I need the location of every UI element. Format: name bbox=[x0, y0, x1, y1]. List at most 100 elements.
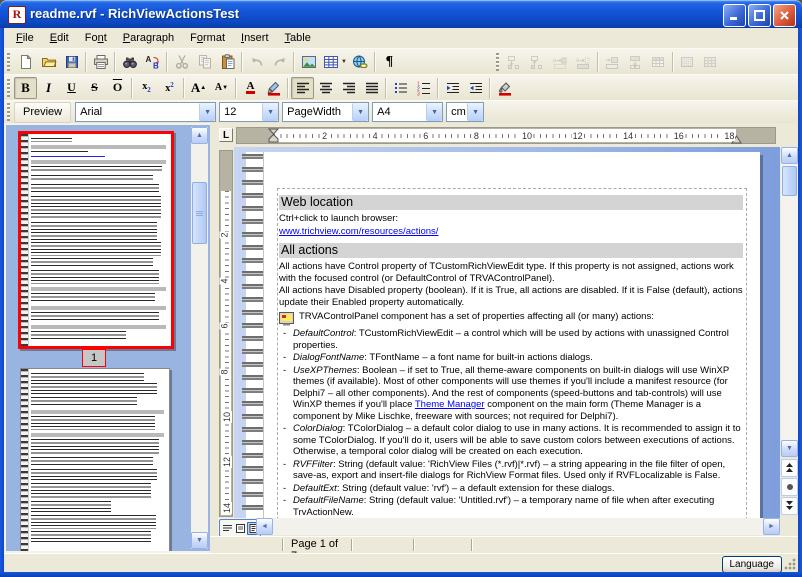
grow-font-button[interactable]: A▲ bbox=[187, 77, 210, 99]
menu-item-insert[interactable]: Insert bbox=[233, 30, 277, 46]
units-combo[interactable]: cm ▼ bbox=[446, 102, 484, 122]
paragraph-color-button[interactable] bbox=[493, 77, 516, 99]
scroll-up-button[interactable]: ▲ bbox=[781, 147, 798, 164]
title-bar[interactable]: R readme.rvf - RichViewActionsTest bbox=[0, 0, 802, 28]
align-left-button[interactable] bbox=[291, 77, 314, 99]
view-normal-button[interactable] bbox=[221, 522, 233, 535]
page-thumbnail-1-selected[interactable] bbox=[18, 131, 174, 349]
toolbar-separator bbox=[85, 52, 87, 72]
page-thumbnail-2[interactable] bbox=[20, 368, 170, 553]
toolbar-separator bbox=[385, 78, 387, 98]
bold-button[interactable]: B bbox=[14, 77, 37, 99]
scroll-down-button[interactable]: ▼ bbox=[781, 440, 798, 457]
ruler-number: 18 bbox=[723, 131, 735, 141]
document-canvas[interactable]: Web location Ctrl+click to launch browse… bbox=[234, 147, 780, 518]
scroll-up-button[interactable]: ▲ bbox=[191, 127, 208, 144]
replace-button[interactable]: AB bbox=[141, 51, 164, 73]
document-scrollbar[interactable]: ▲ ▼ bbox=[781, 147, 798, 457]
resize-grip[interactable] bbox=[784, 558, 796, 570]
bullets-button[interactable] bbox=[389, 77, 412, 99]
toolbar-separator bbox=[287, 78, 289, 98]
toolbar-grip[interactable] bbox=[7, 103, 10, 121]
maximize-button[interactable] bbox=[748, 4, 771, 27]
chevron-down-icon[interactable]: ▼ bbox=[426, 103, 442, 121]
italic-button[interactable]: I bbox=[37, 77, 60, 99]
document-horizontal-scrollbar[interactable] bbox=[218, 518, 780, 535]
align-right-button[interactable] bbox=[337, 77, 360, 99]
table-properties-button bbox=[647, 51, 670, 73]
doc-paragraph: All actions have Control property of TCu… bbox=[279, 261, 743, 284]
superscript-button[interactable]: x2 bbox=[158, 77, 181, 99]
next-page-button[interactable] bbox=[781, 497, 798, 515]
preview-scrollbar[interactable]: ▲ ▼ bbox=[191, 127, 208, 549]
new-button[interactable] bbox=[14, 51, 37, 73]
language-button[interactable]: Language bbox=[722, 556, 783, 573]
preview-button[interactable]: Preview bbox=[14, 102, 71, 123]
insert-rows-above-button bbox=[503, 51, 526, 73]
document-page[interactable]: Web location Ctrl+click to launch browse… bbox=[246, 152, 760, 518]
underline-button[interactable]: U bbox=[60, 77, 83, 99]
doc-hyperlink[interactable]: Theme Manager bbox=[415, 399, 485, 410]
insert-hyperlink-button[interactable] bbox=[349, 51, 372, 73]
zoom-combo[interactable]: PageWidth ▼ bbox=[282, 102, 369, 122]
menu-item-file[interactable]: File bbox=[8, 30, 42, 46]
minimize-button[interactable] bbox=[723, 4, 746, 27]
new-document-icon bbox=[17, 53, 34, 70]
align-center-button[interactable] bbox=[314, 77, 337, 99]
close-button[interactable] bbox=[773, 4, 796, 27]
doc-hyperlink[interactable]: www.trichview.com/resources/actions/ bbox=[279, 226, 438, 237]
italic-icon: I bbox=[40, 79, 57, 96]
overline-button[interactable]: O bbox=[106, 77, 129, 99]
picture-icon bbox=[300, 53, 317, 70]
chevron-down-icon[interactable]: ▼ bbox=[199, 103, 215, 121]
menu-item-format[interactable]: Format bbox=[182, 30, 233, 46]
open-button[interactable] bbox=[37, 51, 60, 73]
view-web-button[interactable] bbox=[234, 522, 246, 535]
show-paragraph-marks-button[interactable]: ¶ bbox=[378, 51, 401, 73]
decrease-indent-button[interactable] bbox=[441, 77, 464, 99]
scroll-right-button[interactable]: ► bbox=[763, 518, 780, 535]
font-size-combo[interactable]: 12 ▼ bbox=[219, 102, 279, 122]
browse-object-button[interactable] bbox=[781, 478, 798, 496]
print-button[interactable] bbox=[89, 51, 112, 73]
tab-selector-button[interactable]: L bbox=[219, 128, 233, 142]
text-highlight-button[interactable] bbox=[262, 77, 285, 99]
chevron-down-icon[interactable]: ▼ bbox=[262, 103, 278, 121]
justify-button[interactable] bbox=[360, 77, 383, 99]
previous-page-button[interactable] bbox=[781, 459, 798, 477]
dropdown-arrow-icon[interactable]: ▼ bbox=[341, 59, 347, 65]
increase-indent-button[interactable] bbox=[464, 77, 487, 99]
scroll-down-button[interactable]: ▼ bbox=[191, 532, 208, 549]
menu-item-paragraph[interactable]: Paragraph bbox=[115, 30, 182, 46]
numbering-button[interactable]: 123 bbox=[412, 77, 435, 99]
scrollbar-thumb[interactable] bbox=[192, 182, 207, 244]
page-number-badge[interactable]: 1 bbox=[82, 349, 106, 367]
menu-item-edit[interactable]: Edit bbox=[42, 30, 77, 46]
shrink-font-button[interactable]: A▼ bbox=[210, 77, 233, 99]
subscript-button[interactable]: x2 bbox=[135, 77, 158, 99]
toolbar-grip[interactable] bbox=[7, 53, 10, 71]
menu-item-table[interactable]: Table bbox=[277, 30, 319, 46]
font-name-combo[interactable]: Arial ▼ bbox=[75, 102, 216, 122]
chevron-down-icon[interactable]: ▼ bbox=[467, 103, 483, 121]
save-button[interactable] bbox=[60, 51, 83, 73]
paper-size-combo[interactable]: A4 ▼ bbox=[372, 102, 443, 122]
chevron-down-icon[interactable]: ▼ bbox=[352, 103, 368, 121]
toolbar-separator bbox=[672, 52, 674, 72]
paste-button[interactable] bbox=[216, 51, 239, 73]
shrink-font-icon: A▼ bbox=[213, 79, 230, 96]
indent-markers[interactable] bbox=[268, 128, 280, 144]
insert-picture-button[interactable] bbox=[297, 51, 320, 73]
scroll-left-button[interactable]: ◄ bbox=[256, 518, 273, 535]
menu-item-font[interactable]: Font bbox=[77, 30, 115, 46]
document-content[interactable]: Web location Ctrl+click to launch browse… bbox=[279, 192, 743, 518]
toolbar-grip[interactable] bbox=[7, 79, 10, 97]
insert-table-button[interactable]: ▼ bbox=[320, 51, 349, 73]
strikethrough-button[interactable]: S bbox=[83, 77, 106, 99]
toolbar-grip[interactable] bbox=[496, 53, 499, 71]
pane-splitter[interactable] bbox=[210, 123, 218, 553]
scrollbar-thumb[interactable] bbox=[782, 166, 797, 196]
find-button[interactable] bbox=[118, 51, 141, 73]
font-color-button[interactable]: A bbox=[239, 77, 262, 99]
print-icon bbox=[92, 53, 109, 70]
